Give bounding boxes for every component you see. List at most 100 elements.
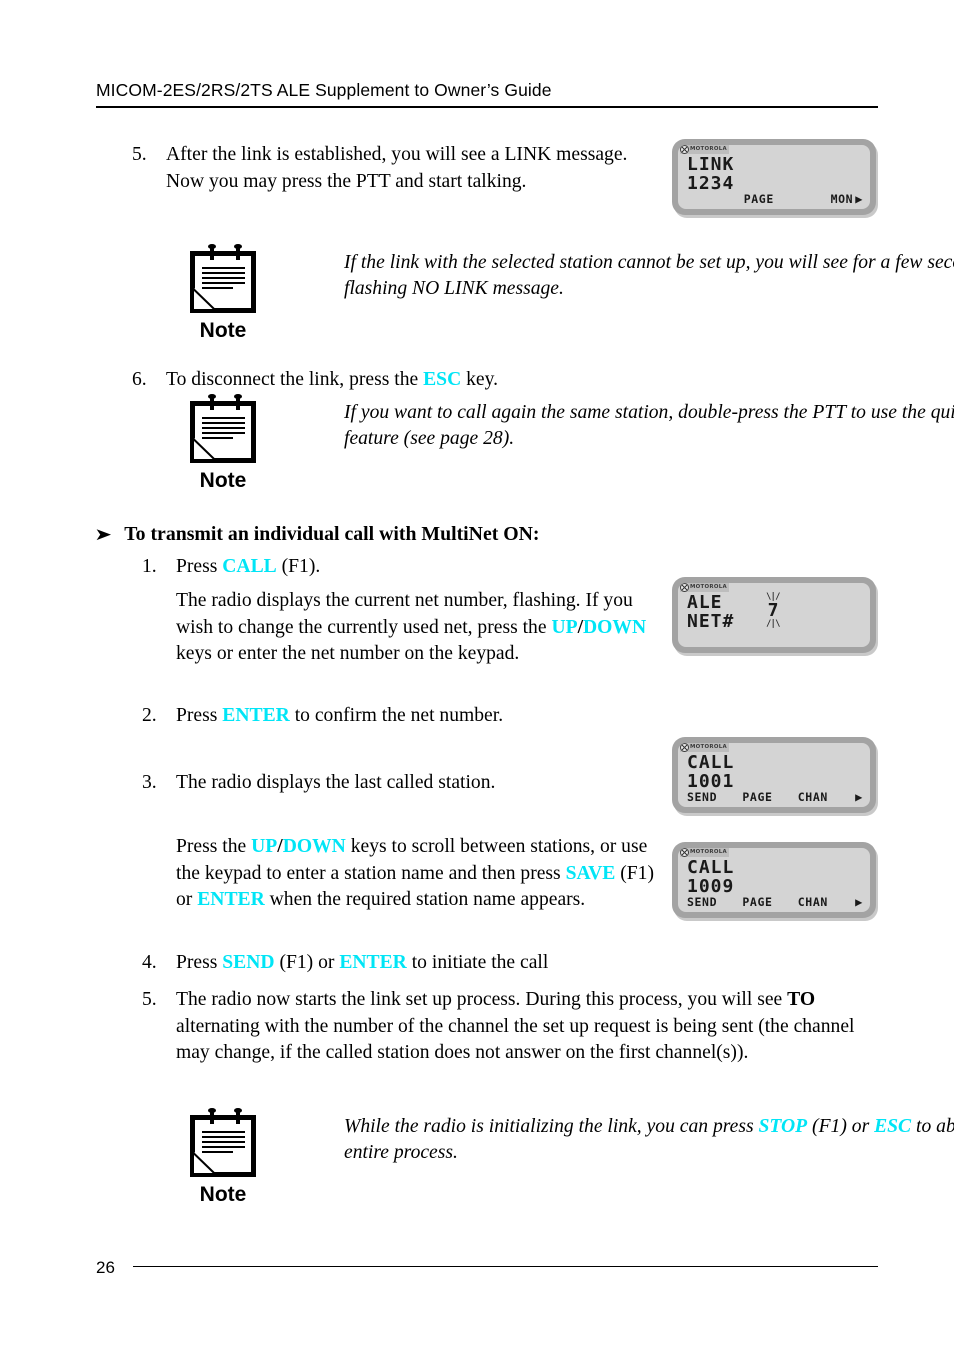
multinet-step-1-number: 1.	[142, 556, 157, 577]
m2-pre: Press	[176, 705, 223, 726]
key-up: UP	[251, 836, 278, 857]
motorola-badge: MOTOROLA	[680, 583, 729, 592]
page-number: 26	[96, 1258, 115, 1277]
note-ring-icon	[208, 394, 216, 410]
m1-body-post: keys or enter the net number on the keyp…	[176, 643, 520, 665]
step-6-post: key.	[461, 369, 499, 390]
note-icon	[190, 394, 256, 463]
lcd-screen: LINK 1234 PAGE MON ▶	[678, 154, 870, 209]
multinet-step-1: 1. Press CALL (F1).	[142, 554, 652, 581]
step-5: 5. After the link is established, you wi…	[132, 142, 642, 195]
multinet-step-2-text: Press ENTER to confirm the net number.	[176, 703, 503, 730]
section-title: To transmit an individual call with Mult…	[124, 523, 540, 545]
m3-body-pre: Press the	[176, 836, 252, 857]
note-1-line-1: If the link with the selected station ca…	[344, 252, 848, 273]
lcd-line-2: 1234	[687, 173, 735, 194]
lcd-inner: MOTOROLA ALE NET# \|/ 7 /|\	[675, 580, 873, 650]
multinet-step-3: 3. The radio displays the last called st…	[142, 770, 702, 797]
note-label: Note	[199, 469, 247, 492]
lcd-line-1: CALL	[687, 752, 735, 773]
right-arrow-icon: ▶	[855, 895, 863, 909]
note-ring-icon	[234, 394, 242, 410]
multinet-step-5-text: The radio now starts the link set up pro…	[176, 987, 872, 1067]
right-arrow-icon: ▶	[855, 192, 864, 206]
note-3-pre: While the radio is initializing the link…	[344, 1116, 759, 1137]
multinet-step-1-body: The radio displays the current net numbe…	[176, 588, 656, 668]
section-heading: ➤ To transmit an individual call with Mu…	[94, 521, 540, 547]
document-page: MICOM-2ES/2RS/2TS ALE Supplement to Owne…	[0, 0, 954, 1352]
multinet-step-3-text: The radio displays the last called stati…	[176, 772, 496, 793]
note-1-text: If the link with the selected station ca…	[344, 250, 954, 303]
note-block-1: Note If the link with the selected stati…	[168, 244, 954, 349]
softkey-send: SEND	[687, 895, 718, 909]
arrow-bullet-icon: ➤	[94, 525, 113, 545]
lcd-line-1: LINK	[687, 154, 735, 175]
step-6-text: To disconnect the link, press the ESC ke…	[166, 367, 498, 394]
lcd-line-1: CALL	[687, 857, 735, 878]
lcd-screen: CALL 1001 SEND PAGE CHAN ▶	[678, 752, 870, 807]
step-6-number: 6.	[132, 369, 147, 390]
lcd-softkey-row: SEND PAGE CHAN ▶	[687, 895, 863, 909]
multinet-step-2-number: 2.	[142, 705, 157, 726]
key-enter: ENTER	[197, 889, 265, 911]
key-esc: ESC	[423, 369, 462, 390]
key-enter: ENTER	[339, 952, 407, 973]
motorola-badge-text: MOTOROLA	[690, 849, 727, 855]
lcd-screen: CALL 1009 SEND PAGE CHAN ▶	[678, 857, 870, 912]
key-down: DOWN	[282, 836, 346, 857]
note-2-text: If you want to call again the same stati…	[344, 400, 954, 453]
softkey-page: PAGE	[743, 192, 774, 206]
note-2-line-1: If you want to call again the same stati…	[344, 402, 866, 423]
softkey-page: PAGE	[742, 895, 773, 909]
net-number-flashing: \|/ 7 /|\	[758, 593, 788, 629]
key-send: SEND	[222, 952, 275, 973]
note-ring-icon	[208, 244, 216, 260]
note-line	[202, 282, 245, 284]
m4-mid: (F1) or	[274, 952, 340, 973]
multinet-step-5: 5. The radio now starts the link set up …	[142, 987, 872, 1067]
footer-rule	[132, 1265, 878, 1267]
lcd-call-1001-display: MOTOROLA CALL 1001 SEND PAGE CHAN ▶	[672, 737, 876, 813]
step-5-text: After the link is established, you will …	[166, 144, 628, 192]
lcd-inner: MOTOROLA LINK 1234 PAGE MON ▶	[675, 142, 873, 212]
note-icon	[190, 1108, 256, 1177]
note-label: Note	[199, 1183, 247, 1206]
note-line	[202, 1136, 245, 1138]
note-ring-icon	[208, 1108, 216, 1124]
note-icon-wrap: Note	[168, 394, 278, 493]
key-up: UP	[551, 616, 578, 638]
note-3-text: While the radio is initializing the link…	[344, 1114, 954, 1167]
lcd-ale-net-display: MOTOROLA ALE NET# \|/ 7 /|\	[672, 577, 876, 653]
net-number-value: 7	[767, 600, 779, 621]
multinet-step-3-number: 3.	[142, 772, 157, 793]
note-icon	[190, 244, 256, 313]
page-footer: 26	[96, 1258, 878, 1278]
key-call: CALL	[222, 556, 277, 577]
m4-post: to initiate the call	[406, 952, 549, 973]
m4-pre: Press	[176, 952, 223, 973]
step-5-number: 5.	[132, 144, 147, 165]
note-line	[202, 1141, 245, 1143]
lcd-line-2: 1009	[687, 876, 735, 897]
m5-post: alternating with the number of the chann…	[176, 1015, 855, 1064]
softkey-chan: CHAN	[797, 895, 828, 909]
note-block-3: Note While the radio is initializing the…	[168, 1108, 954, 1213]
note-line	[202, 417, 245, 419]
lcd-inner: MOTOROLA CALL 1009 SEND PAGE CHAN ▶	[675, 845, 873, 915]
note-line	[202, 272, 245, 274]
m5-bold-to: TO	[787, 989, 816, 1010]
motorola-logo-icon	[680, 583, 689, 592]
m1-pre: Press	[176, 556, 223, 577]
multinet-step-5-number: 5.	[142, 989, 157, 1010]
lcd-inner: MOTOROLA CALL 1001 SEND PAGE CHAN ▶	[675, 740, 873, 810]
softkey-chan: CHAN	[797, 790, 828, 804]
note-icon-wrap: Note	[168, 1108, 278, 1207]
note-line	[202, 267, 245, 269]
note-line	[202, 422, 245, 424]
motorola-badge-text: MOTOROLA	[690, 584, 727, 590]
multinet-step-1-text: Press CALL (F1).	[176, 554, 320, 581]
header-rule	[96, 106, 878, 108]
step-6-pre: To disconnect the link, press the	[166, 369, 424, 390]
multinet-step-4-text: Press SEND (F1) or ENTER to initiate the…	[176, 950, 548, 977]
lcd-softkey-row: SEND PAGE CHAN ▶	[687, 790, 863, 804]
